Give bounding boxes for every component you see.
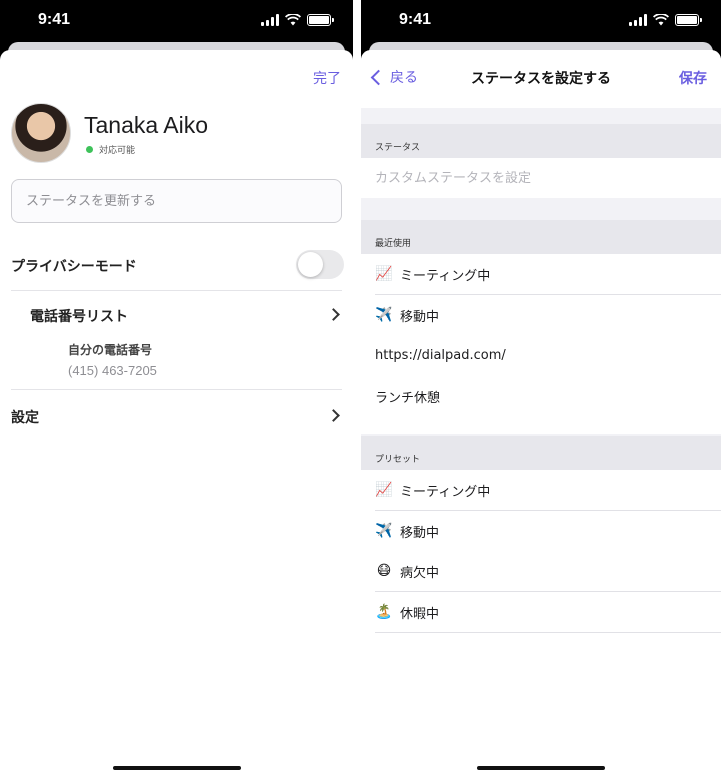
page-title: ステータスを設定する bbox=[471, 71, 611, 87]
done-button[interactable]: 完了 bbox=[313, 68, 341, 88]
airplane-icon: ✈️ bbox=[375, 523, 393, 539]
preset-item[interactable]: ✈️ 移動中 bbox=[375, 511, 721, 551]
divider bbox=[11, 290, 342, 291]
toggle-knob bbox=[298, 252, 323, 277]
recent-item[interactable]: ✈️ 移動中 bbox=[375, 295, 721, 335]
wifi-icon bbox=[285, 14, 301, 26]
privacy-mode-label: プライバシーモード bbox=[11, 259, 137, 275]
chart-icon: 📈 bbox=[375, 266, 393, 282]
status-indicators bbox=[261, 14, 334, 26]
sick-face-icon: 😷 bbox=[376, 563, 392, 579]
status-indicators bbox=[629, 14, 702, 26]
avatar[interactable] bbox=[11, 103, 71, 163]
privacy-mode-toggle[interactable] bbox=[296, 250, 344, 279]
status-section-header: ステータス bbox=[361, 124, 721, 158]
island-icon: 🏝️ bbox=[375, 604, 393, 620]
status-section bbox=[361, 158, 721, 198]
own-number-label: 自分の電話番号 bbox=[68, 343, 153, 357]
section-title: プリセット bbox=[375, 455, 421, 465]
section-title: ステータス bbox=[375, 143, 421, 153]
profile-screen: 9:41 完了 Tanaka Aiko 対応可能 プライバシーモード 電話番号リ… bbox=[0, 0, 353, 778]
section-title: 最近使用 bbox=[375, 239, 412, 249]
recent-item-label: ランチ休憩 bbox=[375, 390, 441, 406]
status-time: 9:41 bbox=[38, 11, 71, 28]
phone-list-row[interactable]: 電話番号リスト bbox=[30, 306, 128, 326]
status-bar: 9:41 bbox=[361, 0, 721, 44]
chevron-right-icon[interactable] bbox=[327, 409, 340, 422]
divider bbox=[11, 389, 342, 390]
presence-text: 対応可能 bbox=[99, 146, 136, 156]
preset-item-label: 休暇中 bbox=[400, 606, 440, 622]
battery-icon bbox=[675, 14, 702, 26]
preset-item-label: 病欠中 bbox=[400, 565, 440, 581]
status-editor-screen: 9:41 戻る ステータスを設定する 保存 ステータス 最近使用 📈 bbox=[361, 0, 721, 778]
preset-item-label: 移動中 bbox=[400, 525, 440, 541]
battery-icon bbox=[307, 14, 334, 26]
recent-section-header: 最近使用 bbox=[361, 220, 721, 254]
save-button[interactable]: 保存 bbox=[679, 68, 707, 88]
airplane-icon: ✈️ bbox=[375, 307, 393, 323]
preset-section: 📈 ミーティング中 ✈️ 移動中 😷 病欠中 🏝️ 休暇中 bbox=[361, 470, 721, 778]
presence-dot-icon bbox=[86, 146, 93, 153]
recent-item-label: ミーティング中 bbox=[400, 268, 491, 284]
recent-item[interactable]: https://dialpad.com/ bbox=[375, 335, 721, 375]
profile-name: Tanaka Aiko bbox=[84, 112, 209, 138]
status-time: 9:41 bbox=[399, 11, 432, 28]
status-editor-sheet: 戻る ステータスを設定する 保存 ステータス 最近使用 📈 ミーティング中 ✈️… bbox=[361, 50, 721, 778]
recent-item-label: 移動中 bbox=[400, 309, 440, 325]
nav-bar: 戻る ステータスを設定する 保存 bbox=[361, 50, 721, 108]
preset-item-label: ミーティング中 bbox=[400, 484, 491, 500]
status-bar: 9:41 bbox=[0, 0, 353, 44]
custom-status-input[interactable] bbox=[375, 158, 721, 198]
cellular-signal-icon bbox=[629, 14, 647, 26]
recent-item[interactable]: ランチ休憩 bbox=[375, 376, 721, 416]
home-indicator bbox=[112, 766, 241, 770]
cellular-signal-icon bbox=[261, 14, 279, 26]
status-update-input[interactable] bbox=[11, 179, 342, 223]
wifi-icon bbox=[653, 14, 669, 26]
chart-icon: 📈 bbox=[375, 482, 393, 498]
presence-status: 対応可能 bbox=[86, 143, 135, 156]
chevron-right-icon[interactable] bbox=[327, 308, 340, 321]
preset-section-header: プリセット bbox=[361, 436, 721, 470]
preset-item[interactable]: 😷 病欠中 bbox=[375, 551, 721, 591]
home-indicator bbox=[477, 766, 605, 770]
recent-item[interactable]: 📈 ミーティング中 bbox=[375, 254, 721, 294]
divider bbox=[375, 632, 721, 633]
preset-item[interactable]: 📈 ミーティング中 bbox=[375, 470, 721, 510]
own-phone-number: (415) 463-7205 bbox=[68, 363, 157, 378]
preset-item[interactable]: 🏝️ 休暇中 bbox=[375, 592, 721, 632]
settings-row[interactable]: 設定 bbox=[11, 407, 39, 427]
recent-item-label: https://dialpad.com/ bbox=[375, 347, 506, 363]
recent-section: 📈 ミーティング中 ✈️ 移動中 https://dialpad.com/ ラン… bbox=[361, 254, 721, 434]
profile-sheet: 完了 Tanaka Aiko 対応可能 プライバシーモード 電話番号リスト 自分… bbox=[0, 50, 353, 778]
